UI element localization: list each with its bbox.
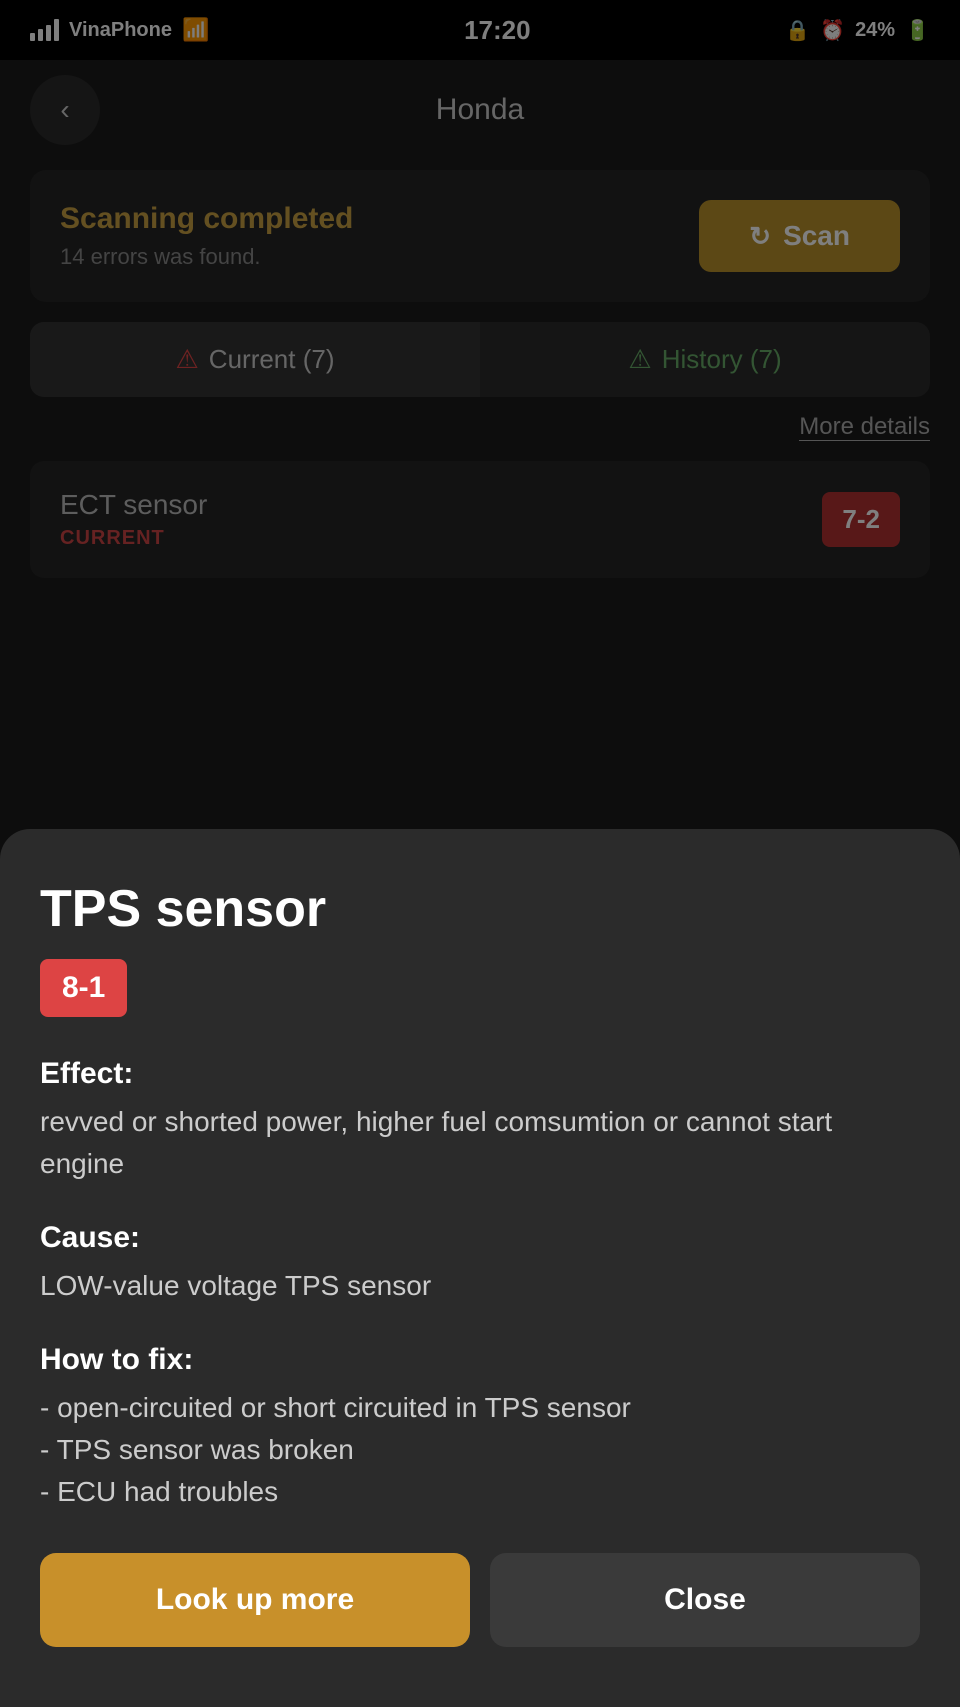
howtofix-label: How to fix:: [40, 1343, 920, 1377]
action-buttons: Look up more Close: [40, 1553, 920, 1647]
sheet-code-badge: 8-1: [40, 959, 127, 1017]
close-button[interactable]: Close: [490, 1553, 920, 1647]
bottom-sheet: TPS sensor 8-1 Effect: revved or shorted…: [0, 829, 960, 1707]
effect-section: Effect: revved or shorted power, higher …: [40, 1057, 920, 1185]
howtofix-text: - open-circuited or short circuited in T…: [40, 1387, 920, 1513]
lookup-button[interactable]: Look up more: [40, 1553, 470, 1647]
sheet-title: TPS sensor: [40, 879, 920, 939]
cause-text: LOW-value voltage TPS sensor: [40, 1265, 920, 1307]
cause-label: Cause:: [40, 1221, 920, 1255]
howtofix-section: How to fix: - open-circuited or short ci…: [40, 1343, 920, 1513]
effect-text: revved or shorted power, higher fuel com…: [40, 1101, 920, 1185]
effect-label: Effect:: [40, 1057, 920, 1091]
cause-section: Cause: LOW-value voltage TPS sensor: [40, 1221, 920, 1307]
